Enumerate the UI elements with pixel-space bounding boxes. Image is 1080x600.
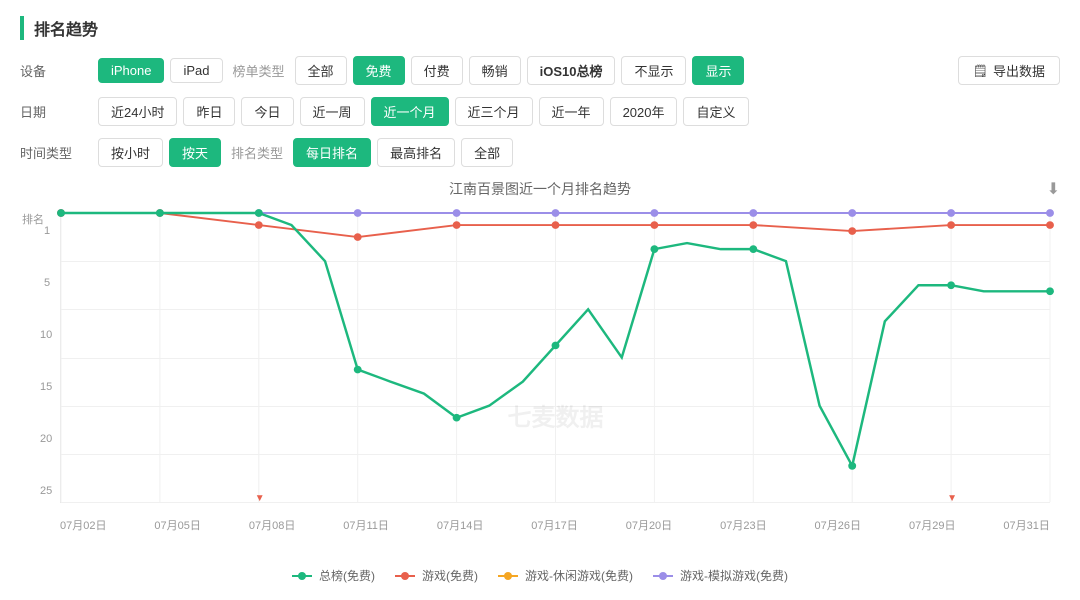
y-tick-10: 10 bbox=[40, 329, 52, 341]
btn-year[interactable]: 近一年 bbox=[539, 97, 604, 126]
btn-month[interactable]: 近一个月 bbox=[371, 97, 449, 126]
rank-type-label: 排名类型 bbox=[231, 143, 283, 162]
download-icon[interactable]: ⬇ bbox=[1047, 179, 1060, 199]
btn-all-rank[interactable]: 全部 bbox=[461, 138, 513, 167]
legend-total-free: 总榜(免费) bbox=[292, 567, 375, 584]
legend-casual-free: 游戏-休闲游戏(免费) bbox=[498, 567, 633, 584]
grid-6 bbox=[61, 502, 1050, 503]
page-title: 排名趋势 bbox=[20, 16, 1060, 40]
btn-hide[interactable]: 不显示 bbox=[621, 56, 686, 85]
x-label-0705: 07月05日 bbox=[154, 517, 200, 533]
btn-free[interactable]: 免费 bbox=[353, 56, 405, 85]
btn-show[interactable]: 显示 bbox=[692, 56, 744, 85]
y-tick-25: 25 bbox=[40, 485, 52, 497]
y-tick-1: 1 bbox=[44, 225, 50, 237]
btn-2020[interactable]: 2020年 bbox=[610, 97, 678, 126]
x-label-0714: 07月14日 bbox=[437, 517, 483, 533]
chart-section: 江南百景图近一个月排名趋势 ⬇ 排名 1 5 10 15 20 25 bbox=[20, 179, 1060, 584]
export-label: 导出数据 bbox=[993, 61, 1045, 80]
export-button[interactable]: 🗒 导出数据 bbox=[958, 56, 1060, 85]
btn-yesterday[interactable]: 昨日 bbox=[183, 97, 235, 126]
y-tick-15: 15 bbox=[40, 381, 52, 393]
btn-all[interactable]: 全部 bbox=[295, 56, 347, 85]
x-label-0723: 07月23日 bbox=[720, 517, 766, 533]
btn-custom[interactable]: 自定义 bbox=[683, 97, 748, 126]
time-type-group: 按小时 按天 排名类型 每日排名 最高排名 全部 bbox=[98, 138, 513, 167]
x-label-0702: 07月02日 bbox=[60, 517, 106, 533]
x-label-0731: 07月31日 bbox=[1003, 517, 1049, 533]
legend-total-free-label: 总榜(免费) bbox=[319, 567, 375, 584]
marker-2: ▼ bbox=[947, 493, 957, 504]
btn-iphone[interactable]: iPhone bbox=[98, 58, 164, 83]
btn-bestseller[interactable]: 畅销 bbox=[469, 56, 521, 85]
legend-casual-free-label: 游戏-休闲游戏(免费) bbox=[525, 567, 633, 584]
marker-1: ▼ bbox=[255, 493, 265, 504]
date-label: 日期 bbox=[20, 102, 90, 121]
btn-today[interactable]: 今日 bbox=[241, 97, 293, 126]
x-label-0717: 07月17日 bbox=[531, 517, 577, 533]
x-label-0708: 07月08日 bbox=[249, 517, 295, 533]
device-label: 设备 bbox=[20, 61, 90, 80]
btn-week[interactable]: 近一周 bbox=[300, 97, 365, 126]
btn-by-day[interactable]: 按天 bbox=[169, 138, 221, 167]
x-label-0726: 07月26日 bbox=[815, 517, 861, 533]
btn-ipad[interactable]: iPad bbox=[170, 58, 222, 83]
date-group: 近24小时 昨日 今日 近一周 近一个月 近三个月 近一年 2020年 自定义 bbox=[98, 97, 749, 126]
legend-game-free-label: 游戏(免费) bbox=[422, 567, 478, 584]
chart-wrapper: 排名 1 5 10 15 20 25 七麦数据 bbox=[20, 203, 1060, 563]
chart-title: 江南百景图近一个月排名趋势 bbox=[449, 181, 631, 197]
legend-sim-free-label: 游戏-模拟游戏(免费) bbox=[680, 567, 788, 584]
legend-game-free: 游戏(免费) bbox=[395, 567, 478, 584]
y-axis-title: 排名 bbox=[22, 211, 44, 227]
btn-ios10[interactable]: iOS10总榜 bbox=[527, 56, 616, 85]
y-tick-5: 5 bbox=[44, 277, 50, 289]
btn-highest-rank[interactable]: 最高排名 bbox=[377, 138, 455, 167]
y-tick-20: 20 bbox=[40, 433, 52, 445]
chart-legend: 总榜(免费) 游戏(免费) 游戏-休闲游戏(免费) 游戏-模拟游戏(免费) bbox=[20, 567, 1060, 584]
export-icon: 🗒 bbox=[973, 64, 988, 78]
x-label-0711: 07月11日 bbox=[343, 517, 389, 533]
time-type-label: 时间类型 bbox=[20, 143, 90, 162]
legend-sim-free: 游戏-模拟游戏(免费) bbox=[653, 567, 788, 584]
chart-svg bbox=[61, 213, 1050, 502]
device-group: iPhone iPad 榜单类型 全部 免费 付费 畅销 iOS10总榜 不显示… bbox=[98, 56, 744, 85]
btn-paid[interactable]: 付费 bbox=[411, 56, 463, 85]
btn-24h[interactable]: 近24小时 bbox=[98, 97, 177, 126]
x-labels: 07月02日 07月05日 07月08日 07月11日 07月14日 07月17… bbox=[60, 517, 1050, 533]
chart-area: 七麦数据 bbox=[60, 213, 1050, 503]
btn-by-hour[interactable]: 按小时 bbox=[98, 138, 163, 167]
btn-daily-rank[interactable]: 每日排名 bbox=[293, 138, 371, 167]
x-label-0720: 07月20日 bbox=[626, 517, 672, 533]
chart-type-label: 榜单类型 bbox=[233, 61, 285, 80]
btn-3month[interactable]: 近三个月 bbox=[455, 97, 533, 126]
x-label-0729: 07月29日 bbox=[909, 517, 955, 533]
